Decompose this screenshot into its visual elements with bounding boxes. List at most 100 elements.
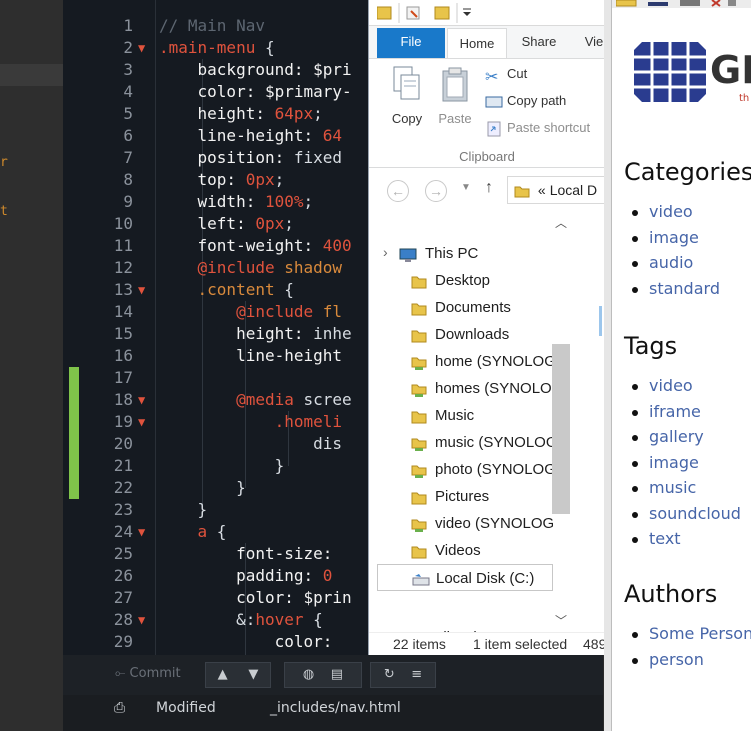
cut-button[interactable]: ✂ Cut <box>485 63 527 86</box>
logo-icon[interactable] <box>634 42 706 102</box>
scroll-up-icon[interactable]: ︿ <box>555 214 567 231</box>
nav-item-music[interactable]: Music <box>377 402 553 429</box>
list-item-link[interactable]: Some Person <box>632 622 751 648</box>
code-text: height: inhe <box>236 324 352 343</box>
copy-path-button[interactable]: Copy path <box>485 90 566 112</box>
globe-icon[interactable]: ◍ <box>303 667 314 682</box>
push-pull-buttons[interactable]: ▲ ▼ <box>205 662 271 688</box>
address-bar[interactable]: «Local D <box>507 176 604 204</box>
commit-button[interactable]: ⟜ Commit <box>115 666 181 681</box>
back-button[interactable]: ← <box>387 180 409 202</box>
list-item-link[interactable]: standard <box>632 277 720 303</box>
nav-item-local-disk-c[interactable]: Local Disk (C:) <box>377 564 553 591</box>
code-line[interactable]: 26 padding: 0 <box>63 565 368 587</box>
quick-access-icons[interactable] <box>377 3 477 23</box>
fold-arrow-icon[interactable]: ▼ <box>138 279 145 301</box>
logo-text[interactable]: GP <box>710 48 751 92</box>
code-line[interactable]: 18 ▼ @media scree <box>63 389 368 411</box>
fold-arrow-icon[interactable]: ▼ <box>138 609 145 631</box>
document-icon[interactable]: ▤ <box>331 667 343 682</box>
code-line[interactable]: 4 color: $primary- <box>63 81 368 103</box>
code-line[interactable]: 8 top: 0px; <box>63 169 368 191</box>
tab-view[interactable]: Vie <box>579 26 604 56</box>
list-item-link[interactable]: video <box>632 374 741 400</box>
copy-button[interactable]: Copy <box>383 63 431 133</box>
code-line[interactable]: 6 line-height: 64 <box>63 125 368 147</box>
code-line[interactable]: 24 ▼ a { <box>63 521 368 543</box>
line-number: 29 <box>113 632 133 651</box>
code-line[interactable]: 7 position: fixed <box>63 147 368 169</box>
list-item-link[interactable]: person <box>632 648 751 674</box>
code-line[interactable]: 21 } <box>63 455 368 477</box>
refresh-icon[interactable]: ↻ <box>384 667 395 682</box>
menu-icon[interactable]: ≡ <box>411 667 422 682</box>
nav-item-downloads[interactable]: Downloads <box>377 321 553 348</box>
code-line[interactable]: 16 line-height <box>63 345 368 367</box>
code-line[interactable]: 14 @include fl <box>63 301 368 323</box>
fold-arrow-icon[interactable]: ▼ <box>138 389 145 411</box>
pane-splitter[interactable] <box>599 306 602 336</box>
list-item-link[interactable]: image <box>632 451 741 477</box>
fold-arrow-icon[interactable]: ▼ <box>138 411 145 433</box>
nav-item-pictures[interactable]: Pictures <box>377 483 553 510</box>
list-item-link[interactable]: soundcloud <box>632 502 741 528</box>
up-arrow-icon[interactable]: ↑ <box>485 179 493 197</box>
code-line[interactable]: 25 font-size: <box>63 543 368 565</box>
paste-button[interactable]: Paste <box>431 63 479 133</box>
forward-button[interactable]: → <box>425 180 447 202</box>
code-line[interactable]: 2 ▼ .main-menu { <box>63 37 368 59</box>
sidebar-selected-row[interactable] <box>0 64 63 86</box>
list-item-link[interactable]: gallery <box>632 425 741 451</box>
nav-item-this-pc[interactable]: This PC <box>377 240 553 267</box>
code-line[interactable]: 13 ▼ .content { <box>63 279 368 301</box>
file-path[interactable]: _includes/nav.html <box>270 700 401 716</box>
refresh-menu-buttons[interactable]: ↻ ≡ <box>370 662 436 688</box>
history-buttons[interactable]: ◍ ▤ <box>284 662 362 688</box>
list-item-link[interactable]: iframe <box>632 400 741 426</box>
code-text: .homeli <box>274 412 343 431</box>
tab-home[interactable]: Home <box>447 28 507 60</box>
arrow-down-icon[interactable]: ▼ <box>248 667 258 682</box>
code-line[interactable]: 9 width: 100%; <box>63 191 368 213</box>
list-item-link[interactable]: text <box>632 527 741 553</box>
code-line[interactable]: 10 left: 0px; <box>63 213 368 235</box>
nav-item-photo-synology[interactable]: photo (SYNOLOGY <box>377 456 553 483</box>
recent-dropdown-icon[interactable]: ▼ <box>461 182 471 193</box>
code-line[interactable]: 1 // Main Nav <box>63 15 368 37</box>
code-line[interactable]: 15 height: inhe <box>63 323 368 345</box>
arrow-up-icon[interactable]: ▲ <box>218 667 228 682</box>
code-line[interactable]: 3 background: $pri <box>63 59 368 81</box>
nav-scrollbar[interactable] <box>552 344 570 514</box>
code-line[interactable]: 27 color: $prin <box>63 587 368 609</box>
nav-item-documents[interactable]: Documents <box>377 294 553 321</box>
scroll-down-icon[interactable]: ﹀ <box>555 612 567 629</box>
fold-arrow-icon[interactable]: ▼ <box>138 521 145 543</box>
code-line[interactable]: 12 @include shadow <box>63 257 368 279</box>
code-line[interactable]: 11 font-weight: 400 <box>63 235 368 257</box>
list-item-link[interactable]: video <box>632 200 720 226</box>
list-item-link[interactable]: audio <box>632 251 720 277</box>
nav-item-video-synology[interactable]: video (SYNOLOGY <box>377 510 553 537</box>
tab-share[interactable]: Share <box>517 26 561 56</box>
code-line[interactable]: 28 ▼ &:hover { <box>63 609 368 631</box>
code-editor[interactable]: 1 // Main Nav 2 ▼ .main-menu {3 background: … <box>63 0 368 655</box>
nav-item-home-synology[interactable]: home (SYNOLOGY <box>377 348 553 375</box>
nav-item-music-synology[interactable]: music (SYNOLOGY <box>377 429 553 456</box>
code-line[interactable]: 17 <box>63 367 368 389</box>
expand-chevron-icon[interactable]: › <box>383 244 388 260</box>
code-line[interactable]: 29 color: <box>63 631 368 653</box>
code-line[interactable]: 5 height: 64px; <box>63 103 368 125</box>
list-item-link[interactable]: music <box>632 476 741 502</box>
list-item-link[interactable]: image <box>632 226 720 252</box>
tab-file[interactable]: File <box>377 28 445 58</box>
fold-arrow-icon[interactable]: ▼ <box>138 37 145 59</box>
code-line[interactable]: 20 dis <box>63 433 368 455</box>
nav-item-homes-synolog[interactable]: homes (SYNOLOG <box>377 375 553 402</box>
nav-item-videos[interactable]: Videos <box>377 537 553 564</box>
code-line[interactable]: 23 } <box>63 499 368 521</box>
nav-item-desktop[interactable]: Desktop <box>377 267 553 294</box>
code-line[interactable]: 19 ▼ .homeli <box>63 411 368 433</box>
toolbar-icons[interactable] <box>616 0 736 8</box>
code-line[interactable]: 22 } <box>63 477 368 499</box>
paste-shortcut-button[interactable]: Paste shortcut <box>485 117 590 139</box>
